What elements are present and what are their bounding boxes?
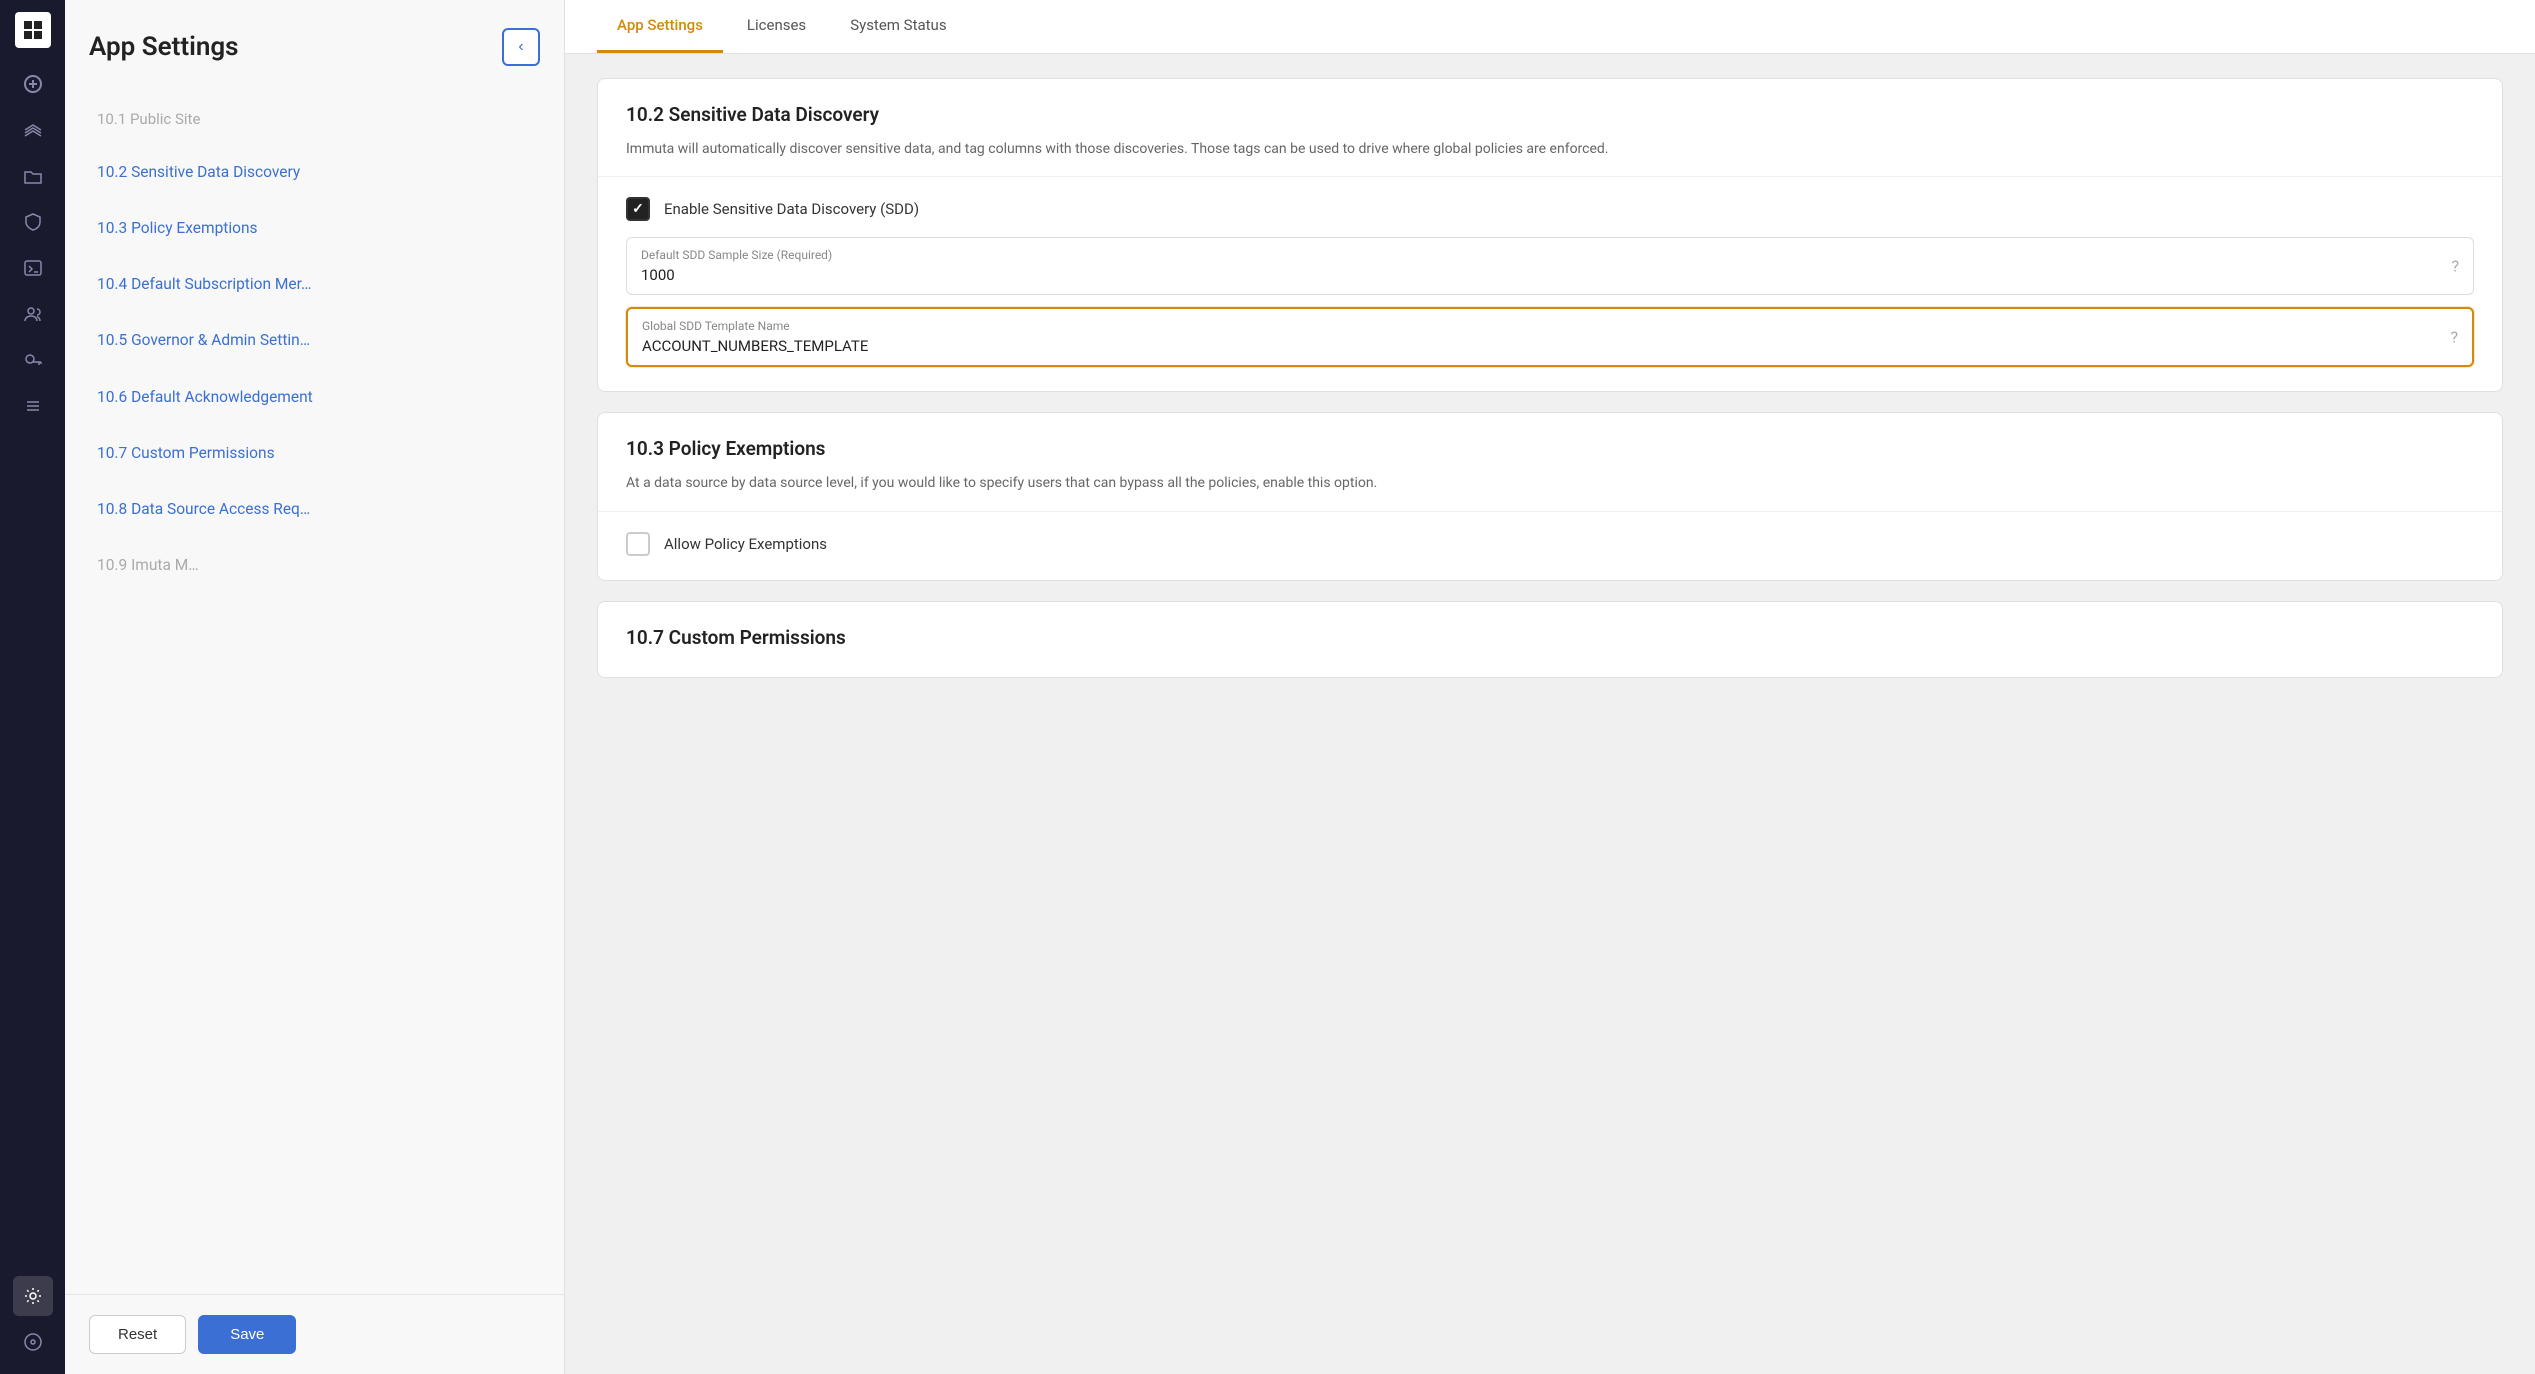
sidebar-item-10-2[interactable]: 10.2 Sensitive Data Discovery [65, 144, 564, 200]
add-nav-icon[interactable] [13, 64, 53, 104]
key-nav-icon[interactable] [13, 340, 53, 380]
sdd-sample-size-help-icon[interactable]: ? [2451, 257, 2459, 276]
sdd-description: Immuta will automatically discover sensi… [626, 138, 2474, 160]
app-logo [15, 12, 51, 48]
sidebar-item-10-7[interactable]: 10.7 Custom Permissions [65, 425, 564, 481]
compass-nav-icon[interactable] [13, 1322, 53, 1362]
chevron-left-icon: ‹ [518, 38, 523, 56]
list-nav-icon[interactable] [13, 386, 53, 426]
sdd-card-body: Enable Sensitive Data Discovery (SDD) De… [598, 176, 2502, 391]
shield-nav-icon[interactable] [13, 202, 53, 242]
sidebar-nav: 10.1 Public Site 10.2 Sensitive Data Dis… [65, 86, 564, 1294]
sidebar-item-faded-top: 10.1 Public Site [65, 94, 564, 144]
sdd-template-help-icon[interactable]: ? [2450, 328, 2458, 347]
sdd-fields: Default SDD Sample Size (Required) 1000 … [626, 237, 2474, 367]
sidebar-item-10-6[interactable]: 10.6 Default Acknowledgement [65, 369, 564, 425]
policy-exemptions-header: 10.3 Policy Exemptions At a data source … [598, 413, 2502, 510]
sdd-card: 10.2 Sensitive Data Discovery Immuta wil… [597, 78, 2503, 392]
sidebar-item-10-4[interactable]: 10.4 Default Subscription Mer… [65, 256, 564, 312]
tab-system-status[interactable]: System Status [830, 0, 966, 53]
sdd-template-value: ACCOUNT_NUMBERS_TEMPLATE [642, 337, 2432, 355]
collapse-button[interactable]: ‹ [502, 28, 540, 66]
settings-nav-icon[interactable] [13, 1276, 53, 1316]
sidebar-item-10-5[interactable]: 10.5 Governor & Admin Settin… [65, 312, 564, 368]
sidebar-footer: Reset Save [65, 1294, 564, 1374]
reset-button[interactable]: Reset [89, 1315, 186, 1354]
sdd-sample-size-label: Default SDD Sample Size (Required) [641, 248, 2433, 262]
sdd-template-label: Global SDD Template Name [642, 319, 2432, 333]
layers-nav-icon[interactable] [13, 110, 53, 150]
tab-licenses[interactable]: Licenses [727, 0, 826, 53]
custom-permissions-card-partial: 10.7 Custom Permissions [597, 601, 2503, 678]
sidebar-item-10-3[interactable]: 10.3 Policy Exemptions [65, 200, 564, 256]
sidebar-header: App Settings ‹ [65, 0, 564, 86]
content-area: 10.2 Sensitive Data Discovery Immuta wil… [565, 54, 2535, 1374]
sidebar: App Settings ‹ 10.1 Public Site 10.2 Sen… [65, 0, 565, 1374]
sdd-enable-label: Enable Sensitive Data Discovery (SDD) [664, 200, 919, 218]
sdd-sample-size-value: 1000 [641, 266, 2433, 284]
main-content: App Settings Licenses System Status 10.2… [565, 0, 2535, 1374]
policy-exemptions-desc: At a data source by data source level, i… [626, 472, 2474, 494]
terminal-nav-icon[interactable] [13, 248, 53, 288]
sdd-template-field[interactable]: Global SDD Template Name ACCOUNT_NUMBERS… [626, 307, 2474, 367]
sdd-enable-row: Enable Sensitive Data Discovery (SDD) [626, 197, 2474, 221]
sidebar-item-10-8[interactable]: 10.8 Data Source Access Req… [65, 481, 564, 537]
folder-nav-icon[interactable] [13, 156, 53, 196]
save-button[interactable]: Save [198, 1315, 296, 1354]
policy-exemptions-body: Allow Policy Exemptions [598, 511, 2502, 580]
top-tabs: App Settings Licenses System Status [565, 0, 2535, 54]
sdd-sample-size-field[interactable]: Default SDD Sample Size (Required) 1000 … [626, 237, 2474, 295]
sdd-card-header: 10.2 Sensitive Data Discovery Immuta wil… [598, 79, 2502, 176]
sidebar-item-10-9[interactable]: 10.9 Imuta M… [65, 537, 564, 593]
policy-exemptions-title: 10.3 Policy Exemptions [626, 437, 2474, 460]
users-nav-icon[interactable] [13, 294, 53, 334]
allow-policy-exemptions-row: Allow Policy Exemptions [626, 532, 2474, 556]
nav-bar [0, 0, 65, 1374]
policy-exemptions-card: 10.3 Policy Exemptions At a data source … [597, 412, 2503, 580]
custom-permissions-header: 10.7 Custom Permissions [598, 602, 2502, 677]
sidebar-title: App Settings [89, 32, 239, 62]
allow-policy-exemptions-label: Allow Policy Exemptions [664, 535, 827, 553]
sdd-title: 10.2 Sensitive Data Discovery [626, 103, 2474, 126]
custom-permissions-title: 10.7 Custom Permissions [626, 626, 2474, 649]
sdd-enable-checkbox[interactable] [626, 197, 650, 221]
allow-policy-exemptions-checkbox[interactable] [626, 532, 650, 556]
tab-app-settings[interactable]: App Settings [597, 0, 723, 53]
